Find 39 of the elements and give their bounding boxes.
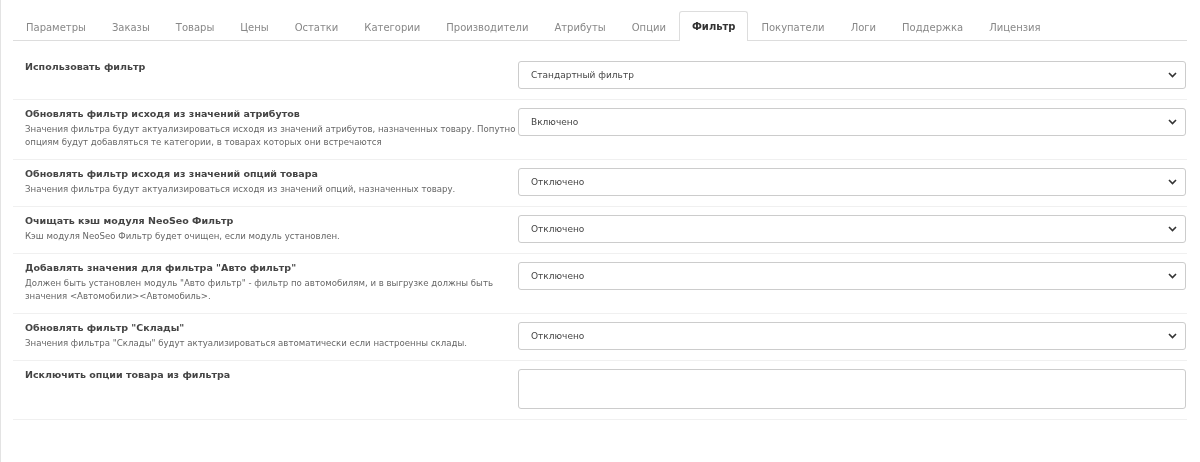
tab[interactable]: Заказы <box>98 12 163 41</box>
tab[interactable]: Цены <box>227 12 282 41</box>
chevron-down-icon <box>1168 178 1177 185</box>
setting-label: Использовать фильтр <box>25 61 147 72</box>
setting-label: Добавлять значения для фильтра "Авто фильтр" <box>25 261 298 273</box>
chevron-down-icon <box>1168 119 1177 125</box>
setting-label: Обновлять фильтр исходя из значений атрибутов <box>25 108 301 119</box>
tab[interactable]: Товары <box>162 12 228 41</box>
tab[interactable]: Фильтр <box>678 11 749 41</box>
setting-label: Очищать кэш модуля NeoSeo Фильтр <box>25 214 235 226</box>
select-field[interactable]: Отключено <box>518 214 1186 243</box>
chevron-down-icon <box>1168 225 1177 232</box>
tab[interactable]: Атрибуты <box>541 12 619 41</box>
tab[interactable]: Логи <box>837 12 889 41</box>
setting-description: Должен быть установлен модуль "Авто фильтр" - фильтр по автомобилям, и в выгрузке должны быть значения <Автомобили><Автомобиль>. <box>25 276 494 303</box>
setting-label: Обновлять фильтр исходя из значений опций товара <box>25 167 319 179</box>
setting-label: Обновлять фильтр "Склады" <box>25 321 186 333</box>
tab[interactable]: Параметры <box>13 12 99 41</box>
setting-description: Значения фильтра будут актуализироваться исходя из значений опций, назначенных товару. <box>25 182 457 196</box>
select-field[interactable]: Отключено <box>518 261 1186 290</box>
chevron-down-icon <box>1168 332 1177 339</box>
select-field[interactable]: Отключено <box>518 321 1186 350</box>
tab[interactable]: Производители <box>433 12 542 41</box>
tab[interactable]: Покупатели <box>748 12 838 41</box>
tab[interactable]: Поддержка <box>889 12 977 41</box>
tab[interactable]: Лицензия <box>976 12 1054 41</box>
chevron-down-icon <box>1168 272 1177 279</box>
tab[interactable]: Категории <box>351 12 434 41</box>
select-field[interactable]: Отключено <box>518 167 1186 196</box>
tab[interactable]: Опции <box>618 12 679 41</box>
text-area-field[interactable] <box>518 368 1186 409</box>
setting-description: Кэш модуля NeoSeo Фильтр будет очищен, если модуль установлен. <box>25 229 341 243</box>
select-field[interactable]: Включено <box>518 108 1186 136</box>
tab[interactable]: Остатки <box>281 12 352 41</box>
setting-description: Значения фильтра "Склады" будут актуализироваться автоматически если настроенны склады. <box>25 336 468 350</box>
setting-label: Исключить опции товара из фильтра <box>25 368 232 380</box>
setting-description: Значения фильтра будут актуализироваться исходя из значений атрибутов, назначенных товару. Попутно опциям будут добавляться те категории, в товарах которых они встречаются <box>25 123 517 149</box>
select-field[interactable]: Стандартный фильтр <box>518 61 1186 89</box>
chevron-down-icon <box>1168 72 1177 78</box>
